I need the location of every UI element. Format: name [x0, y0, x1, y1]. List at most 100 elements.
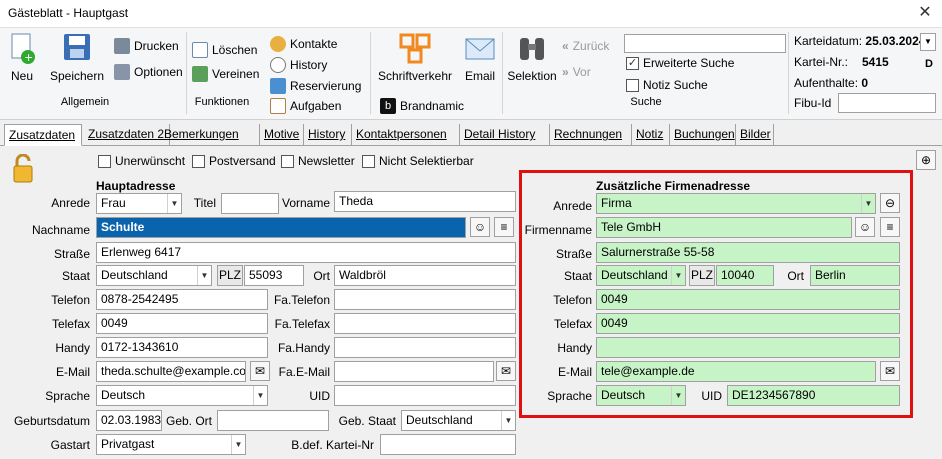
tab-detail-history[interactable]: Detail History	[460, 124, 550, 146]
extended-search-checkbox[interactable]: Erweiterte Suche	[626, 56, 734, 70]
uid-input[interactable]	[334, 385, 516, 406]
company-phone-input[interactable]	[334, 289, 516, 310]
note-search-checkbox[interactable]: Notiz Suche	[626, 78, 708, 92]
phone-label: Telefon	[51, 293, 90, 307]
tab-notiz[interactable]: Notiz	[632, 124, 670, 146]
file-number-default-label: B.def. Kartei-Nr	[291, 438, 374, 452]
ribbon: + Neu Speichern Drucken Optionen Allgeme…	[0, 28, 942, 120]
close-icon[interactable]: ✕	[915, 3, 935, 23]
ribbon-separator	[370, 32, 371, 114]
tab-zusatzdaten[interactable]: Zusatzdaten	[4, 124, 82, 146]
company-language-select[interactable]: Deutsch ▼	[596, 385, 686, 406]
company-city-input[interactable]: Berlin	[810, 265, 900, 286]
fax-input[interactable]: 0049	[96, 313, 268, 334]
unwanted-checkbox[interactable]: Unerwünscht	[98, 154, 185, 168]
city-input[interactable]: Waldbröl	[334, 265, 516, 286]
company-fax-input[interactable]	[334, 313, 516, 334]
birth-date-input[interactable]: 02.03.1983	[96, 410, 162, 431]
print-button[interactable]: Drucken	[114, 38, 179, 54]
forward-button[interactable]: » Vor	[562, 65, 591, 79]
tab-bemerkungen[interactable]: Bemerkungen	[160, 124, 260, 146]
postal-code-input[interactable]: 55093	[244, 265, 304, 286]
language-label: Sprache	[45, 389, 90, 403]
mobile-input[interactable]: 0172-1343610	[96, 337, 268, 358]
guest-type-select[interactable]: Privatgast ▼	[96, 434, 246, 455]
tab-rechnungen[interactable]: Rechnungen	[550, 124, 632, 146]
postal-code-button[interactable]: PLZ	[217, 265, 243, 286]
fibu-input[interactable]	[838, 93, 936, 113]
chevron-down-icon[interactable]: ▼	[920, 33, 936, 51]
tab-history[interactable]: History	[304, 124, 352, 146]
street-input[interactable]: Erlenweg 6417	[96, 242, 516, 263]
company-postal-code-button[interactable]: PLZ	[689, 265, 715, 286]
brandnamic-button[interactable]: b Brandnamic	[380, 98, 464, 114]
company-email-input[interactable]	[334, 361, 494, 382]
delete-company-icon[interactable]: ⊖	[880, 193, 900, 213]
envelope-icon[interactable]: ✉	[880, 361, 900, 381]
first-name-input[interactable]: Theda	[334, 191, 516, 212]
email-button[interactable]: Email	[460, 32, 500, 83]
company-email-input-2[interactable]: tele@example.de	[596, 361, 876, 382]
not-selectable-label: Nicht Selektierbar	[379, 154, 474, 168]
company-postal-code-input[interactable]: 10040	[716, 265, 774, 286]
company-uid-input[interactable]: DE1234567890	[727, 385, 900, 406]
language-select[interactable]: Deutsch ▼	[96, 385, 268, 406]
tab-motive[interactable]: Motive	[260, 124, 304, 146]
birth-country-select[interactable]: Deutschland ▼	[401, 410, 516, 431]
email-input[interactable]: theda.schulte@example.com	[96, 361, 246, 382]
search-input[interactable]	[624, 34, 786, 53]
country-select[interactable]: Deutschland ▼	[96, 265, 212, 286]
list-edit-icon[interactable]: ≡	[494, 217, 514, 237]
new-button[interactable]: + Neu	[4, 32, 40, 83]
phone-input[interactable]: 0878-2542495	[96, 289, 268, 310]
post-mail-checkbox[interactable]: Postversand	[192, 154, 276, 168]
guest-type-label: Gastart	[50, 438, 90, 452]
checkbox-icon	[281, 154, 294, 168]
company-uid-label: UID	[701, 389, 722, 403]
file-number-default-input[interactable]	[380, 434, 516, 455]
new-document-icon: +	[11, 33, 35, 64]
lock-icon[interactable]	[12, 153, 34, 184]
smiley-icon[interactable]: ☺	[470, 217, 490, 237]
selection-button[interactable]: Selektion	[506, 32, 558, 83]
tab-zusatzdaten-2[interactable]: Zusatzdaten 2	[84, 124, 170, 146]
reservation-button[interactable]: Reservierung	[270, 78, 361, 94]
company-name-input[interactable]: Tele GmbH	[596, 217, 852, 238]
extended-search-label: Erweiterte Suche	[643, 56, 735, 70]
company-email-label-2: E-Mail	[557, 365, 592, 379]
company-mobile-input[interactable]	[334, 337, 516, 358]
chevron-down-icon: ▼	[231, 435, 245, 454]
tab-buchungen[interactable]: Buchungen	[670, 124, 736, 146]
tab-kontaktpersonen[interactable]: Kontaktpersonen	[352, 124, 460, 146]
company-mobile-input-2[interactable]	[596, 337, 900, 358]
company-salutation-select[interactable]: Firma ▼	[596, 193, 876, 214]
envelope-icon[interactable]: ✉	[250, 361, 270, 381]
delete-button[interactable]: Löschen	[192, 42, 257, 58]
save-button[interactable]: Speichern	[48, 32, 106, 83]
birth-place-input[interactable]	[217, 410, 329, 431]
newsletter-checkbox[interactable]: Newsletter	[281, 154, 355, 168]
correspondence-button[interactable]: Schriftverkehr	[378, 32, 452, 83]
delete-document-icon	[192, 42, 208, 58]
company-phone-input-2[interactable]: 0049	[596, 289, 900, 310]
options-button[interactable]: Optionen	[114, 64, 183, 80]
last-name-input[interactable]: Schulte	[96, 217, 466, 238]
company-street-input[interactable]: Salurnerstraße 55-58	[596, 242, 900, 263]
salutation-select[interactable]: Frau ▼	[96, 193, 182, 214]
back-button[interactable]: « Zurück	[562, 39, 609, 53]
not-selectable-checkbox[interactable]: Nicht Selektierbar	[362, 154, 474, 168]
tasks-button[interactable]: Aufgaben	[270, 98, 341, 114]
company-fax-input-2[interactable]: 0049	[596, 313, 900, 334]
title-input[interactable]	[221, 193, 279, 214]
delete-label: Löschen	[212, 43, 258, 57]
history-button[interactable]: History	[270, 57, 327, 73]
contacts-button[interactable]: Kontakte	[270, 36, 337, 52]
list-edit-icon[interactable]: ≡	[880, 217, 900, 237]
company-country-select[interactable]: Deutschland ▼	[596, 265, 686, 286]
smiley-icon[interactable]: ☺	[855, 217, 875, 237]
envelope-icon[interactable]: ✉	[496, 361, 516, 381]
merge-button[interactable]: Vereinen	[192, 66, 259, 82]
add-record-icon[interactable]: ⊕	[916, 150, 936, 170]
tab-bilder[interactable]: Bilder	[736, 124, 774, 146]
guest-type-value: Privatgast	[101, 437, 155, 451]
